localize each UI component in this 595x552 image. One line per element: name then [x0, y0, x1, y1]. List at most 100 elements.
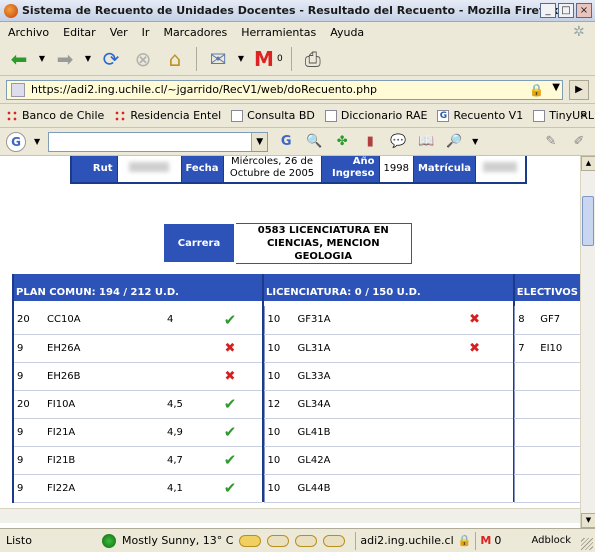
navigation-toolbar: ⬅ ▼ ➡ ▼ ⟳ ⊗ ⌂ ✉ ▼ M 0 ⎙	[0, 42, 595, 76]
bookmark-residencia-entel[interactable]: Residencia Entel	[114, 109, 221, 122]
print-button[interactable]: ⎙	[300, 46, 326, 72]
plan-row: 9 FI21A 4,9 ✔ 10 GL41B	[13, 418, 580, 447]
close-button[interactable]: ×	[576, 3, 592, 18]
ud-value: 10	[267, 370, 281, 382]
check-icon: ✔	[223, 395, 237, 413]
weather-cloud-icon[interactable]	[295, 534, 318, 547]
bookmark-label: Recuento V1	[453, 109, 524, 122]
menu-ir[interactable]: Ir	[142, 26, 150, 39]
scroll-up-arrow-icon[interactable]: ▲	[581, 156, 595, 171]
toolbar-separator	[196, 46, 197, 71]
maximize-button[interactable]: □	[558, 3, 574, 18]
menu-herramientas[interactable]: Herramientas	[241, 26, 316, 39]
page-favicon-icon	[11, 82, 25, 97]
menu-ayuda[interactable]: Ayuda	[330, 26, 364, 39]
electivos-header: ELECTIVOS	[514, 274, 580, 301]
matricula-label: Matrícula	[412, 156, 477, 184]
bookmark-label: Residencia Entel	[130, 109, 222, 122]
padlock-icon[interactable]: 🔒	[458, 534, 472, 547]
redacted-value	[483, 161, 518, 172]
course-code: FI22A	[47, 482, 76, 494]
pagerank-icon[interactable]: ▮	[360, 132, 380, 152]
menu-archivo[interactable]: Archivo	[8, 26, 49, 39]
mail-button[interactable]: ✉	[205, 46, 231, 72]
resize-grip-icon[interactable]	[581, 538, 593, 550]
course-code: GL31A	[297, 342, 331, 354]
page-icon	[533, 109, 546, 122]
plan-comun-cell: 20 CC10A 4 ✔	[13, 306, 263, 335]
status-empty	[455, 475, 495, 501]
gmail-status-icon[interactable]: M	[480, 534, 491, 547]
url-input[interactable]: https://adi2.ing.uchile.cl/~jgarrido/Rec…	[6, 79, 563, 100]
book-icon[interactable]: 📖	[416, 132, 436, 152]
bookmark-consulta-bd[interactable]: Consulta BD	[231, 109, 315, 122]
vertical-scrollbar[interactable]: ▲ ▼	[580, 156, 595, 528]
weather-sun-icon[interactable]	[239, 534, 262, 547]
course-code: GF31A	[297, 314, 331, 326]
bookmark-icon	[6, 109, 18, 122]
plan-rows: 20 CC10A 4 ✔ 10 GF31A ✖ 8 GF7 9 EH26A ✖ …	[13, 306, 580, 503]
url-dropdown-icon[interactable]: ▼	[552, 82, 560, 93]
spellcheck-icon[interactable]: 🔎	[444, 132, 464, 152]
chat-bubble-icon[interactable]: 💬	[388, 132, 408, 152]
back-button[interactable]: ⬅	[6, 46, 32, 72]
site-search-icon[interactable]: 🔍	[304, 132, 324, 152]
grade-value: 4,5	[167, 398, 183, 410]
horizontal-scrollbar[interactable]	[0, 508, 580, 523]
plan-row: 20 CC10A 4 ✔ 10 GF31A ✖ 8 GF7	[13, 306, 580, 335]
licenciatura-header: LICENCIATURA: 0 / 150 U.D.	[264, 274, 513, 301]
forward-button[interactable]: ➡	[52, 46, 78, 72]
bookmark-recuento-v1[interactable]: G Recuento V1	[437, 109, 523, 122]
gmail-notifier-button[interactable]: M	[251, 46, 277, 72]
menu-editar[interactable]: Editar	[63, 26, 96, 39]
electivos-cell	[514, 390, 580, 419]
menu-bar: Archivo Editar Ver Ir Marcadores Herrami…	[0, 22, 595, 42]
status-separator	[475, 531, 477, 550]
reload-button[interactable]: ⟳	[98, 46, 124, 72]
course-code: FI21A	[47, 426, 76, 438]
clover-icon[interactable]: ✤	[332, 132, 352, 152]
course-code: GL41B	[297, 426, 331, 438]
google-menu-icon[interactable]: G	[6, 131, 26, 152]
scrollbar-thumb[interactable]	[582, 196, 594, 246]
course-code: GL42A	[297, 454, 331, 466]
student-info-table: Rut Fecha Miércoles, 26 de Octubre de 20…	[70, 156, 527, 184]
bookmark-diccionario-rae[interactable]: Diccionario RAE	[324, 109, 427, 122]
connection-icon	[102, 533, 116, 548]
scroll-down-arrow-icon[interactable]: ▼	[581, 513, 595, 528]
minimize-button[interactable]: _	[540, 3, 556, 18]
weather-cloud-icon[interactable]	[323, 534, 346, 547]
dropdown-arrow-icon[interactable]: ▼	[38, 46, 46, 72]
location-toolbar: https://adi2.ing.uchile.cl/~jgarrido/Rec…	[0, 76, 595, 104]
go-button[interactable]: ▶	[569, 79, 589, 100]
menu-marcadores[interactable]: Marcadores	[163, 26, 227, 39]
stop-button[interactable]: ⊗	[130, 46, 156, 72]
dropdown-arrow-icon[interactable]: ▼	[84, 46, 92, 72]
dropdown-arrow-icon[interactable]: ▼	[237, 46, 245, 72]
settings-icon[interactable]: ✐	[569, 132, 589, 152]
licenciatura-cell: 10 GL31A ✖	[263, 334, 513, 363]
google-search-button[interactable]: G	[276, 132, 296, 152]
google-toolbar: G ▼ ▼ G 🔍 ✤ ▮ 💬 📖 🔎 ▼ ✎ ✐	[0, 128, 595, 156]
grade-value: 4,7	[167, 454, 183, 466]
menu-ver[interactable]: Ver	[110, 26, 128, 39]
plan-comun-header: PLAN COMUN: 194 / 212 U.D.	[13, 274, 263, 301]
adblock-button[interactable]: Adblock	[531, 535, 571, 546]
weather-cloud-icon[interactable]	[267, 534, 290, 547]
carrera-table: Carrera 0583 LICENCIATURA EN CIENCIAS, M…	[162, 222, 412, 264]
dropdown-arrow-icon[interactable]: ▼	[34, 137, 40, 146]
course-code: GL34A	[297, 398, 331, 410]
bookmark-banco-de-chile[interactable]: Banco de Chile	[6, 109, 104, 122]
highlight-icon[interactable]: ✎	[541, 132, 561, 152]
search-history-dropdown-icon[interactable]: ▼	[251, 132, 268, 151]
fecha-label: Fecha	[180, 156, 224, 184]
more-bookmarks-button[interactable]: »	[580, 108, 587, 121]
licenciatura-cell: 12 GL34A	[263, 390, 513, 419]
ud-value: 10	[267, 314, 281, 326]
padlock-icon[interactable]: 🔒	[529, 83, 544, 97]
google-search-input[interactable]: ▼	[48, 131, 269, 152]
plan-comun-cell: 9 FI21B 4,7 ✔	[13, 446, 263, 475]
home-button[interactable]: ⌂	[162, 46, 188, 72]
dropdown-arrow-icon[interactable]: ▼	[472, 137, 478, 146]
weather-text[interactable]: Mostly Sunny, 13° C	[122, 534, 233, 547]
